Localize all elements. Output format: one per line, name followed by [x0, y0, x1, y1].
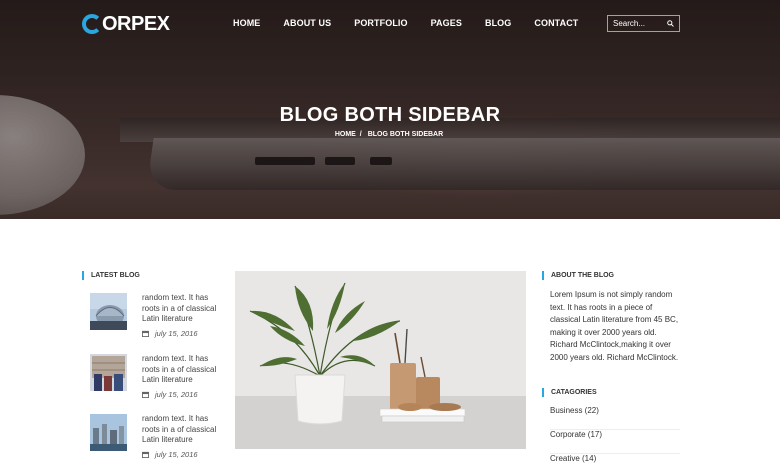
post-date-text: july 15, 2016 — [155, 450, 198, 459]
list-item[interactable]: random text. It has roots in a of classi… — [90, 293, 220, 343]
logo-mark-icon — [82, 14, 102, 34]
nav-about-us[interactable]: ABOUT US — [283, 18, 331, 28]
about-blog-heading: ABOUT THE BLOG — [542, 271, 614, 280]
nav-contact[interactable]: CONTACT — [534, 18, 578, 28]
category-item-creative[interactable]: Creative (14) — [550, 454, 680, 470]
page-title: BLOG BOTH SIDEBAR — [279, 104, 501, 126]
calendar-icon — [142, 391, 149, 398]
post-date: july 15, 2016 — [142, 390, 198, 399]
calendar-icon — [142, 330, 149, 337]
list-item[interactable]: random text. It has roots in a of classi… — [90, 414, 220, 464]
post-excerpt[interactable]: random text. It has roots in a of classi… — [142, 293, 220, 325]
post-date-text: july 15, 2016 — [155, 329, 198, 338]
post-excerpt[interactable]: random text. It has roots in a of classi… — [142, 414, 220, 446]
nav-home[interactable]: HOME — [233, 18, 260, 28]
search-input[interactable] — [613, 19, 665, 28]
search-icon[interactable] — [667, 20, 674, 27]
search-box — [607, 15, 680, 32]
categories-heading: CATAGORIES — [542, 388, 597, 397]
latest-blog-heading: LATEST BLOG — [82, 271, 140, 280]
breadcrumb-home[interactable]: HOME — [335, 131, 356, 138]
logo-text: ORPEX — [102, 12, 170, 35]
category-item-business[interactable]: Business (22) — [550, 406, 680, 430]
calendar-icon — [142, 451, 149, 458]
post-thumbnail[interactable] — [90, 293, 127, 330]
breadcrumb-current: BLOG BOTH SIDEBAR — [367, 131, 444, 138]
main-nav: HOME ABOUT US PORTFOLIO PAGES BLOG CONTA… — [233, 18, 578, 28]
post-thumbnail[interactable] — [90, 354, 127, 391]
breadcrumb: HOME / BLOG BOTH SIDEBAR — [0, 131, 780, 138]
nav-blog[interactable]: BLOG — [485, 18, 511, 28]
nav-portfolio[interactable]: PORTFOLIO — [354, 18, 407, 28]
featured-image[interactable] — [235, 271, 526, 449]
post-date: july 15, 2016 — [142, 450, 198, 459]
about-blog-text: Lorem Ipsum is not simply random text. I… — [550, 290, 679, 362]
list-item[interactable]: random text. It has roots in a of classi… — [90, 354, 220, 404]
post-date: july 15, 2016 — [142, 329, 198, 338]
category-item-corporate[interactable]: Corporate (17) — [550, 430, 680, 454]
site-logo[interactable]: ORPEX — [82, 12, 170, 36]
post-date-text: july 15, 2016 — [155, 390, 198, 399]
post-excerpt[interactable]: random text. It has roots in a of classi… — [142, 354, 220, 386]
post-thumbnail[interactable] — [90, 414, 127, 451]
nav-pages[interactable]: PAGES — [431, 18, 462, 28]
breadcrumb-separator: / — [359, 131, 362, 138]
